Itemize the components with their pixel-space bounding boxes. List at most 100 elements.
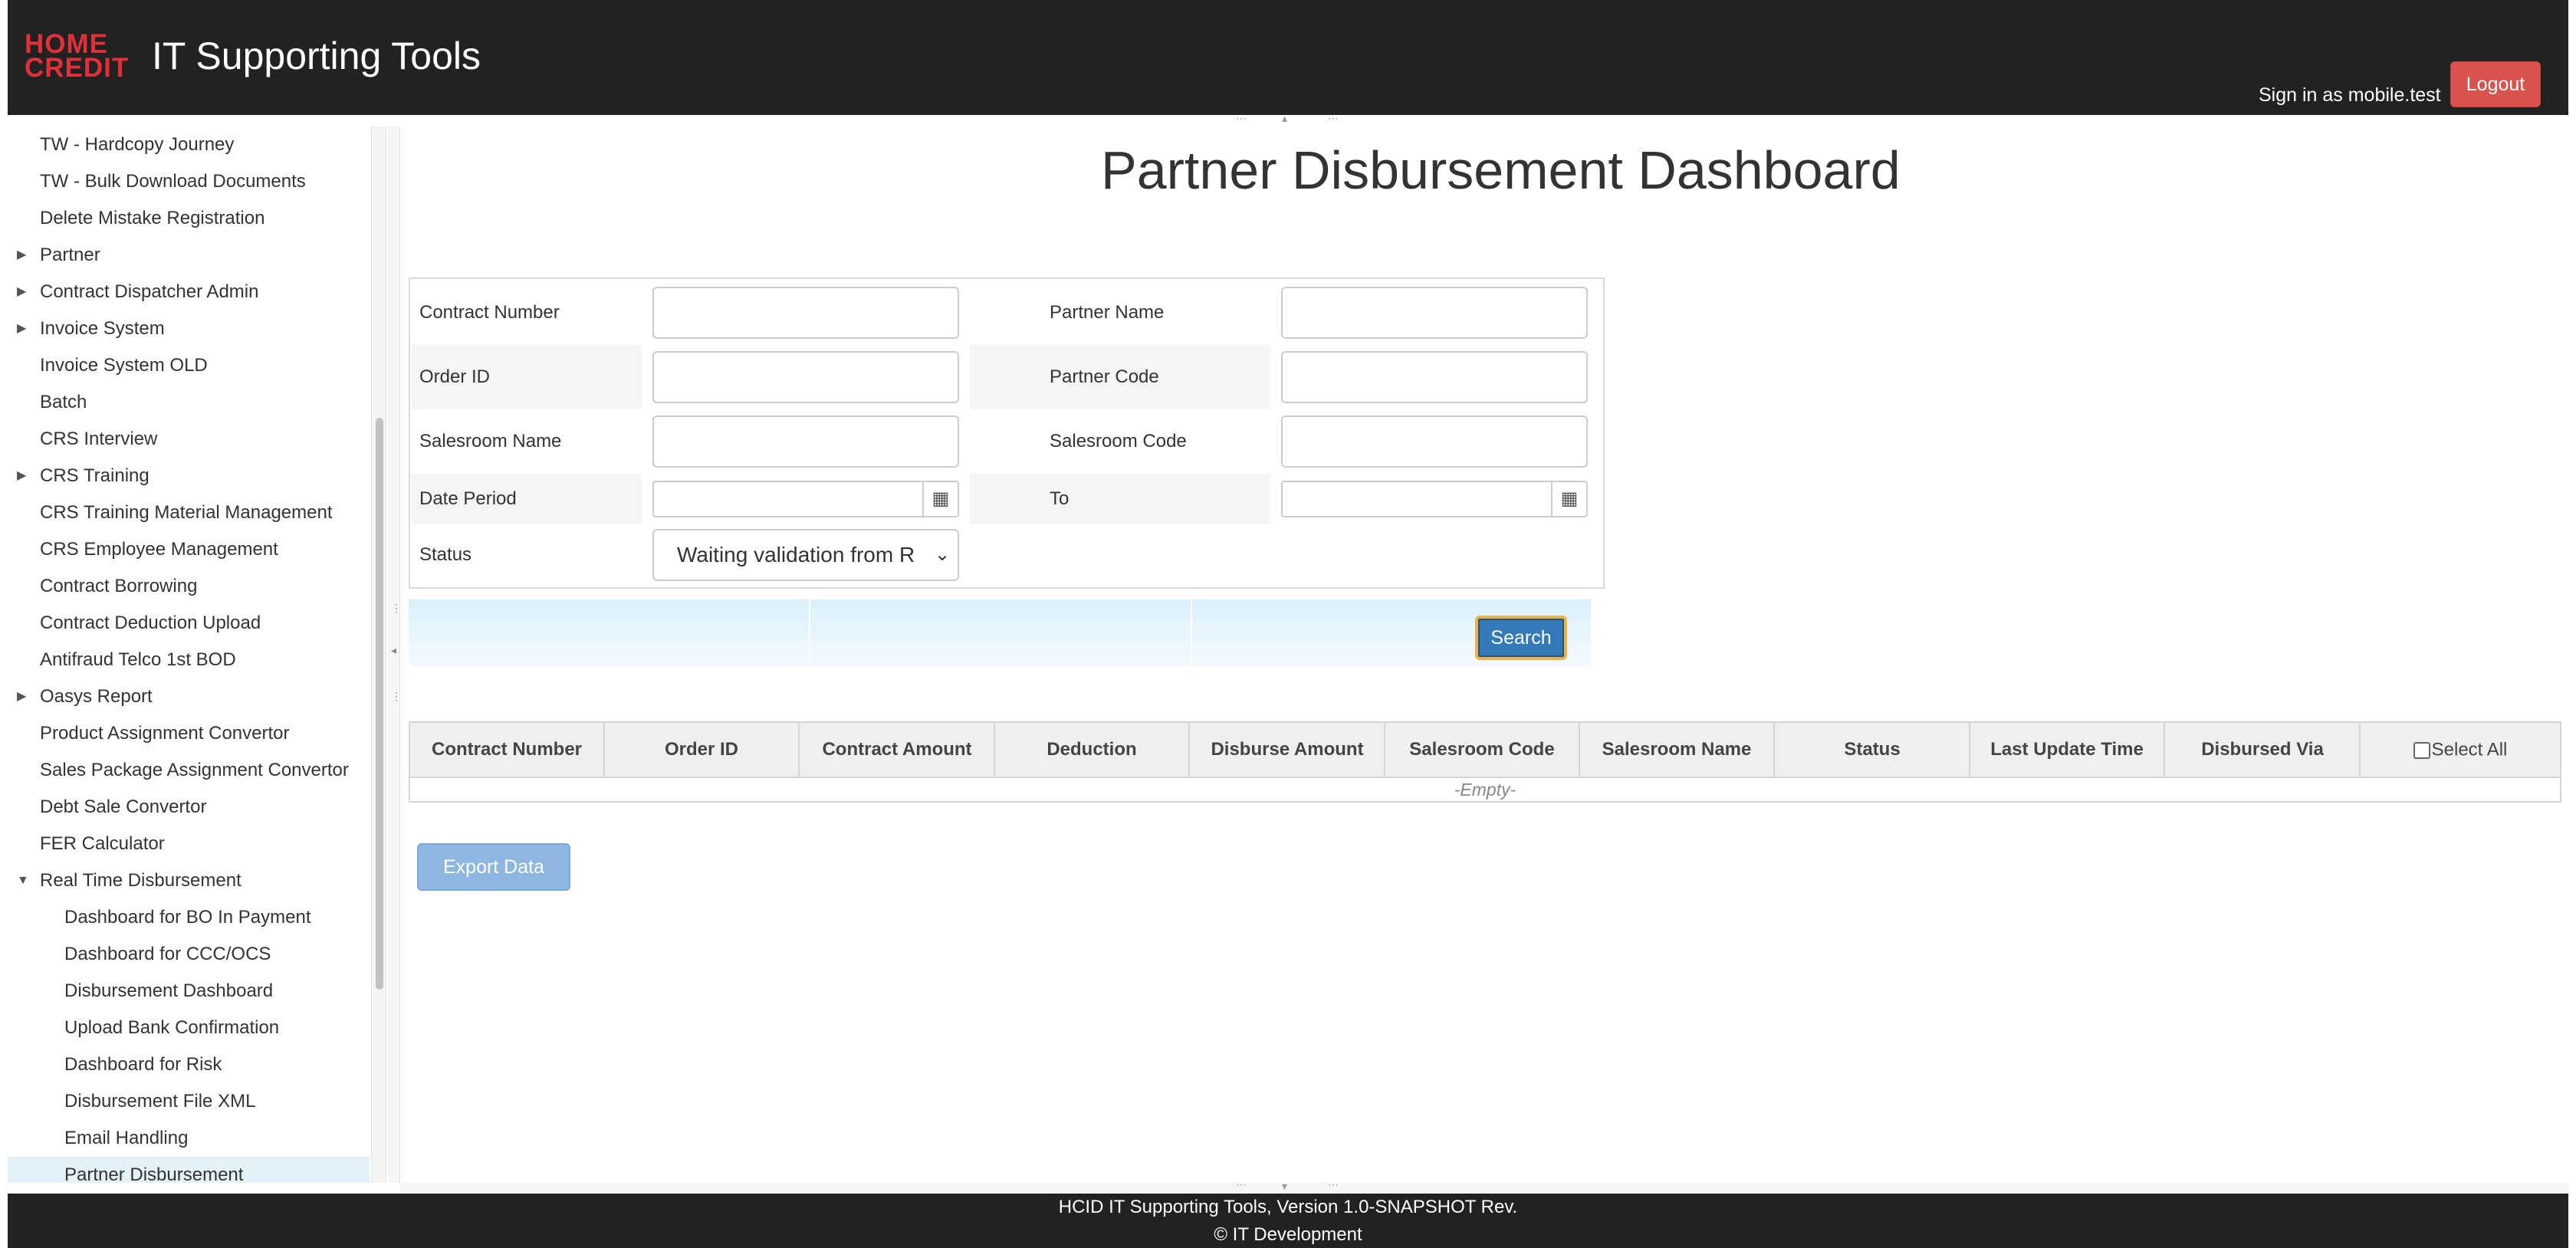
splitter-grip-icon[interactable]: ⋯ <box>1328 112 1339 125</box>
grid-column-header[interactable]: Salesroom Code <box>1385 723 1580 778</box>
sidebar-item[interactable]: Product Assignment Convertor <box>8 715 370 752</box>
collapse-up-icon[interactable]: ▴ <box>1282 112 1287 125</box>
sidebar-item[interactable]: CRS Employee Management <box>8 531 370 568</box>
sidebar-item-label: CRS Employee Management <box>40 539 278 560</box>
form-row: Contract Number Partner Name <box>412 281 1603 345</box>
caret-right-icon[interactable]: ▶ <box>17 237 26 274</box>
sidebar-item-label: CRS Training Material Management <box>40 502 333 523</box>
sidebar-item[interactable]: Sales Package Assignment Convertor <box>8 752 370 789</box>
footer-version: HCID IT Supporting Tools, Version 1.0-SN… <box>1058 1197 1518 1217</box>
contract-number-input[interactable] <box>652 287 959 339</box>
results-grid: Contract Number Order ID Contract Amount De… <box>409 721 2561 803</box>
splitter-grip-icon[interactable]: ⋯ <box>1236 112 1247 125</box>
sidebar-item[interactable]: Antifraud Telco 1st BOD <box>8 642 370 678</box>
grid-column-header[interactable]: Last Update Time <box>1970 723 2165 778</box>
sidebar-item-label: Email Handling <box>64 1128 189 1148</box>
sidebar-item-label: Upload Bank Confirmation <box>64 1017 280 1038</box>
logout-button[interactable]: Logout <box>2450 61 2541 107</box>
search-button[interactable]: Search <box>1475 616 1567 660</box>
sidebar-item[interactable]: Debt Sale Convertor <box>8 789 370 826</box>
form-row: Status Waiting validation from R ⌄ <box>412 524 1603 587</box>
grid-empty-message: -Empty- <box>1454 780 1516 800</box>
splitter-grip-icon[interactable]: ⋯ <box>1236 1178 1247 1191</box>
sidebar-item-label: Contract Borrowing <box>40 576 198 596</box>
sidebar-item[interactable]: Disbursement Dashboard <box>8 973 370 1010</box>
sidebar-item[interactable]: Email Handling <box>8 1120 370 1157</box>
sidebar-item[interactable]: ▼ Real Time Disbursement <box>8 862 370 899</box>
sidebar-item[interactable]: Disbursement File XML <box>8 1083 370 1120</box>
sidebar-item[interactable]: Partner Disbursement <box>8 1157 370 1183</box>
sidebar-item[interactable]: ▶ CRS Training <box>8 458 370 494</box>
salesroom-name-input[interactable] <box>652 415 959 468</box>
sidebar-item[interactable]: CRS Training Material Management <box>8 494 370 531</box>
export-data-button[interactable]: Export Data <box>417 843 570 891</box>
splitter-grip-icon[interactable]: ⋮ <box>391 690 402 703</box>
sidebar-item[interactable]: Dashboard for BO In Payment <box>8 899 370 936</box>
search-toolbar <box>409 599 1591 667</box>
grid-column-header[interactable]: Contract Number <box>410 723 605 778</box>
sidebar-item[interactable]: Contract Deduction Upload <box>8 605 370 642</box>
partner-code-input[interactable] <box>1281 351 1588 403</box>
collapse-down-icon[interactable]: ▾ <box>1282 1180 1287 1193</box>
splitter-grip-icon[interactable]: ⋮ <box>391 602 402 615</box>
date-to-label: To <box>1050 488 1070 509</box>
sidebar-item-label: Dashboard for BO In Payment <box>64 907 311 928</box>
sidebar-item-label: TW - Bulk Download Documents <box>40 171 306 192</box>
search-form: Contract Number Partner Name Order ID Pa… <box>409 278 1605 589</box>
grid-column-header[interactable]: Contract Amount <box>800 723 995 778</box>
sidebar-item-label: Invoice System <box>40 318 165 339</box>
caret-right-icon[interactable]: ▶ <box>17 310 26 347</box>
sidebar-item[interactable]: ▶ Invoice System <box>8 310 370 347</box>
sidebar-item[interactable]: FER Calculator <box>8 826 370 862</box>
partner-code-label: Partner Code <box>1050 366 1159 387</box>
grid-column-header[interactable]: Deduction <box>995 723 1190 778</box>
caret-right-icon[interactable]: ▶ <box>17 678 26 715</box>
order-id-label: Order ID <box>419 366 491 387</box>
order-id-input[interactable] <box>652 351 959 403</box>
calendar-icon[interactable]: ▦ <box>1551 482 1586 516</box>
sidebar-item[interactable]: ▶ Contract Dispatcher Admin <box>8 274 370 310</box>
partner-name-input[interactable] <box>1281 287 1588 339</box>
grid-column-header[interactable]: Disburse Amount <box>1191 723 1385 778</box>
caret-right-icon[interactable]: ▶ <box>17 458 26 494</box>
date-from-input[interactable]: ▦ <box>652 481 959 517</box>
sidebar-item[interactable]: Dashboard for CCC/OCS <box>8 936 370 973</box>
grid-column-header[interactable]: Salesroom Name <box>1580 723 1775 778</box>
date-to-input[interactable]: ▦ <box>1281 481 1588 517</box>
grid-column-header[interactable]: Status <box>1776 723 1970 778</box>
status-select[interactable]: Waiting validation from R ⌄ <box>652 529 959 581</box>
sidebar-item[interactable]: Invoice System OLD <box>8 347 370 384</box>
form-row: Date Period ▦ To ▦ <box>412 474 1603 524</box>
collapse-left-icon[interactable]: ◂ <box>391 644 396 657</box>
sidebar-item-label: Disbursement Dashboard <box>64 980 274 1001</box>
sidebar-item[interactable]: ▶ Oasys Report <box>8 678 370 715</box>
grid-column-header[interactable]: Order ID <box>605 723 800 778</box>
sidebar-item[interactable]: Delete Mistake Registration <box>8 200 370 237</box>
sidebar-item-label: TW - Hardcopy Journey <box>40 134 235 155</box>
sidebar-item[interactable]: TW - Bulk Download Documents <box>8 163 370 200</box>
signin-text: Sign in as mobile.test <box>2259 84 2441 106</box>
sidebar-nav: TW - Hardcopy Journey TW - Bulk Download … <box>8 126 370 1183</box>
vertical-splitter[interactable]: ⋮ ◂ ⋮ <box>388 126 402 1183</box>
sidebar-item[interactable]: Upload Bank Confirmation <box>8 1010 370 1046</box>
sidebar-scrollbar[interactable] <box>371 126 386 1183</box>
grid-column-header[interactable]: Disbursed Via <box>2166 723 2361 778</box>
salesroom-code-input[interactable] <box>1281 415 1588 468</box>
sidebar-item[interactable]: Contract Borrowing <box>8 568 370 605</box>
horizontal-splitter[interactable]: ⋯ ▾ ⋯ <box>400 1178 2568 1194</box>
app-footer: HCID IT Supporting Tools, Version 1.0-SN… <box>8 1194 2568 1248</box>
caret-right-icon[interactable]: ▶ <box>17 274 26 310</box>
sidebar-item[interactable]: CRS Interview <box>8 421 370 458</box>
sidebar-item[interactable]: ▶ Partner <box>8 237 370 274</box>
caret-down-icon[interactable]: ▼ <box>17 862 29 899</box>
sidebar-item[interactable]: TW - Hardcopy Journey <box>8 126 370 163</box>
sidebar-item-label: Disbursement File XML <box>64 1091 256 1112</box>
sidebar-scrollbar-thumb[interactable] <box>376 418 383 990</box>
calendar-icon[interactable]: ▦ <box>922 482 958 516</box>
sidebar-item-label: Real Time Disbursement <box>40 870 242 891</box>
sidebar-item[interactable]: Batch <box>8 384 370 421</box>
sidebar-item[interactable]: Dashboard for Risk <box>8 1046 370 1083</box>
splitter-grip-icon[interactable]: ⋯ <box>1328 1178 1339 1191</box>
sidebar-item-label: Contract Deduction Upload <box>40 613 261 633</box>
select-all-checkbox[interactable] <box>2413 741 2430 759</box>
